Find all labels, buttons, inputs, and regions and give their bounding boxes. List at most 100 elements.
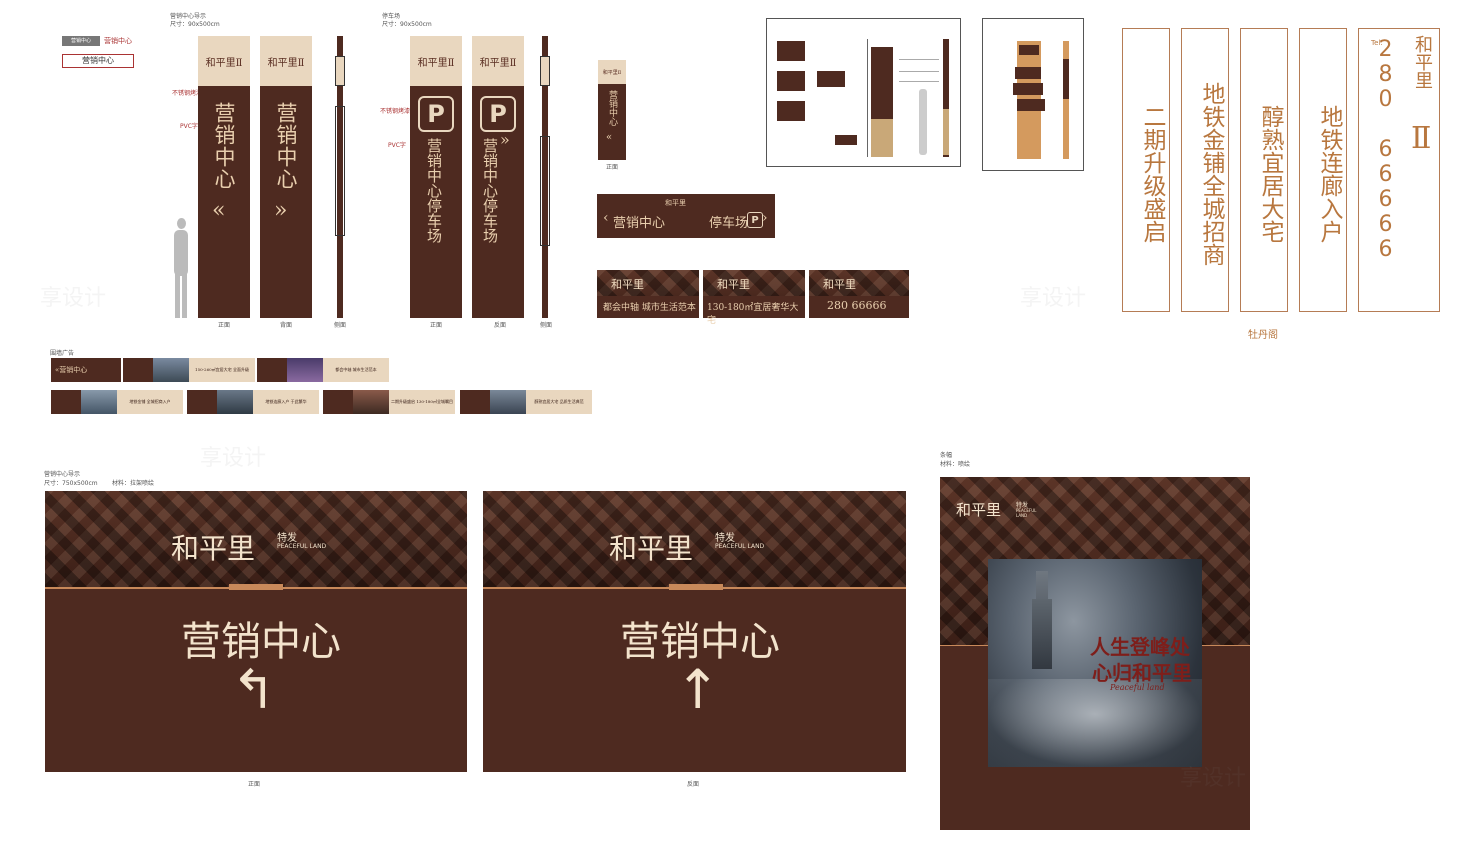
sales-sign-side — [335, 36, 345, 318]
road-sign-left-text: 营销中心 — [613, 216, 666, 231]
sales-guide-size: 尺寸：90x500cm — [170, 21, 220, 28]
brand-logo: 和平里 — [1412, 35, 1433, 89]
fence-item: 地铁金铺 全城招商入户 — [51, 390, 183, 414]
board-2: 和平里 130-180㎡宜居奢华大宅 — [703, 270, 805, 326]
road-sign-right-text: 停车场 — [709, 216, 749, 231]
brand-logo: 和平里Ⅱ — [267, 57, 305, 69]
brand-logo: 和平里Ⅱ — [602, 69, 622, 76]
sign-text: 营销中心停车场 — [481, 138, 499, 243]
sign-arrow-label: 营销中心 — [104, 37, 132, 45]
banner-1: 二期升级盛启 — [1122, 28, 1170, 312]
human-silhouette — [172, 218, 190, 318]
sign-text: 营销中心 — [274, 102, 298, 190]
brand-logo: 和平里 — [717, 278, 750, 291]
brand-logo: 和平里 — [665, 199, 686, 207]
board-3: 和平里 280 66666 — [809, 270, 909, 318]
banner-phone: Tel: 280 66666 和平里 Ⅱ — [1358, 28, 1440, 312]
callout-pvc: PVC字 — [180, 123, 198, 130]
watermark: 享设计 — [200, 446, 267, 471]
parking-guide-size: 尺寸：90x500cm — [382, 21, 432, 28]
label-back: 反面 — [687, 781, 700, 788]
brand-sub-cn: 特发 — [277, 533, 297, 544]
banner-3: 醇熟宜居大宅 — [1240, 28, 1288, 312]
brand-logo: 和平里 — [611, 278, 644, 291]
watermark: 享设计 — [1180, 766, 1247, 791]
label-front: 正面 — [606, 164, 619, 171]
poster-material: 材料：喷绘 — [940, 461, 971, 468]
banner-4: 地铁连廊入户 — [1299, 28, 1347, 312]
up-arrow-icon: ↑ — [675, 658, 721, 721]
parking-sign-front: 和平里Ⅱ P 营销中心停车场 — [410, 36, 462, 318]
bottom-guide-title: 营销中心导示 — [44, 471, 81, 478]
brand-sub-en: PEACEFUL LAND — [715, 543, 765, 550]
poster-slogan-2: 心归和平里 — [1092, 661, 1192, 685]
board-1: 和平里 都会中轴 城市生活范本 — [597, 270, 699, 318]
phone-number: 280 66666 — [1373, 37, 1398, 262]
fence-item: 都会中轴 城市生活范本 — [257, 358, 389, 382]
label-side: 侧面 — [334, 322, 347, 329]
callout-pvc: PVC字 — [388, 142, 406, 149]
brand-logo: 和平里 — [171, 532, 256, 565]
poster-slogan-1: 人生登峰处 — [1090, 635, 1190, 659]
watermark: 享设计 — [1020, 286, 1087, 311]
arrow-right-icon: › — [762, 210, 768, 226]
top-left-sign: 营销中心 营销中心 营销中心 — [60, 34, 146, 72]
sales-sign-back: 和平里Ⅱ 营销中心 » — [260, 36, 312, 318]
arrow-left-icon: « — [212, 198, 226, 223]
fence-item: «营销中心 — [51, 358, 121, 382]
arrow-left-icon: ‹ — [603, 210, 609, 226]
bottom-guide-size: 尺寸：750x500cm — [44, 480, 98, 487]
elevation-drawing-1 — [766, 18, 961, 167]
sign-text: 营销中心 — [607, 90, 617, 126]
brand-sub-en: PEACEFUL LAND — [277, 543, 327, 550]
parking-sign-side — [540, 36, 550, 318]
sign-tag: 营销中心 — [62, 36, 100, 46]
small-sign: 和平里Ⅱ 营销中心 « — [598, 60, 626, 160]
poster-signature: Peaceful land — [1110, 683, 1165, 692]
brand-logo: 和平里 — [609, 532, 694, 565]
board-text: 280 66666 — [827, 299, 887, 312]
sales-guide-title: 营销中心导示 — [170, 13, 207, 20]
brand-logo: 和平里 — [956, 501, 1002, 519]
banner-2: 地铁金铺全城招商 — [1181, 28, 1229, 312]
board-text: 都会中轴 城市生活范本 — [603, 303, 696, 313]
guide-board-front: 和平里 特发 PEACEFUL LAND 营销中心 ↰ — [45, 491, 467, 772]
brand-logo: 和平里 — [823, 278, 856, 291]
brand-sub-cn: 特发 — [715, 533, 735, 544]
parking-sign-back: 和平里Ⅱ P » 营销中心停车场 — [472, 36, 524, 318]
label-side: 侧面 — [540, 322, 553, 329]
fence-item: 二期升级盛启 130-180㎡全城瞩目 — [323, 390, 455, 414]
brand-sub-en: PEACEFUL LAND — [1016, 508, 1037, 518]
arrow-left-icon: « — [606, 132, 613, 143]
brand-numeral: Ⅱ — [1411, 121, 1432, 156]
arrow-right-icon: » — [500, 130, 510, 149]
label-back: 反面 — [494, 322, 507, 329]
poster-photo: 人生登峰处 心归和平里 Peaceful land — [988, 559, 1202, 767]
arrow-right-icon: » — [274, 198, 288, 223]
label-front: 正面 — [430, 322, 443, 329]
road-sign: 和平里 ‹ 营销中心 停车场 P › — [597, 194, 775, 238]
fence-item: 150-260㎡宜居大宅 全面升级 — [123, 358, 255, 382]
brand-logo: 和平里Ⅱ — [479, 57, 517, 69]
watermark: 享设计 — [40, 286, 107, 311]
parking-p-icon: P — [418, 96, 454, 132]
fence-item: 醇熟宜居大宅 品质生活典范 — [460, 390, 592, 414]
elevation-drawing-2 — [982, 18, 1084, 171]
label-back: 背面 — [280, 322, 293, 329]
board-text: 130-180㎡宜居奢华大宅 — [707, 303, 799, 326]
brand-logo: 和平里Ⅱ — [417, 57, 455, 69]
guide-board-back: 和平里 特发 PEACEFUL LAND 营销中心 ↑ — [483, 491, 906, 772]
sign-text: 营销中心停车场 — [425, 138, 443, 243]
u-turn-arrow-icon: ↰ — [231, 658, 277, 721]
parking-p-icon: P — [480, 96, 516, 132]
parking-guide-title: 停车场 — [382, 13, 401, 20]
fence-title: 围墙广告 — [50, 350, 75, 357]
sign-box: 营销中心 — [62, 54, 134, 68]
banners-caption: 牡丹阁 — [1248, 330, 1278, 341]
sign-text: 营销中心 — [212, 102, 236, 190]
sales-sign-front: 和平里Ⅱ 营销中心 « — [198, 36, 250, 318]
bottom-guide-material: 材料：拉架喷绘 — [112, 480, 155, 487]
brand-logo: 和平里Ⅱ — [205, 57, 243, 69]
poster-title: 条幅 — [940, 452, 953, 459]
label-front: 正面 — [218, 322, 231, 329]
